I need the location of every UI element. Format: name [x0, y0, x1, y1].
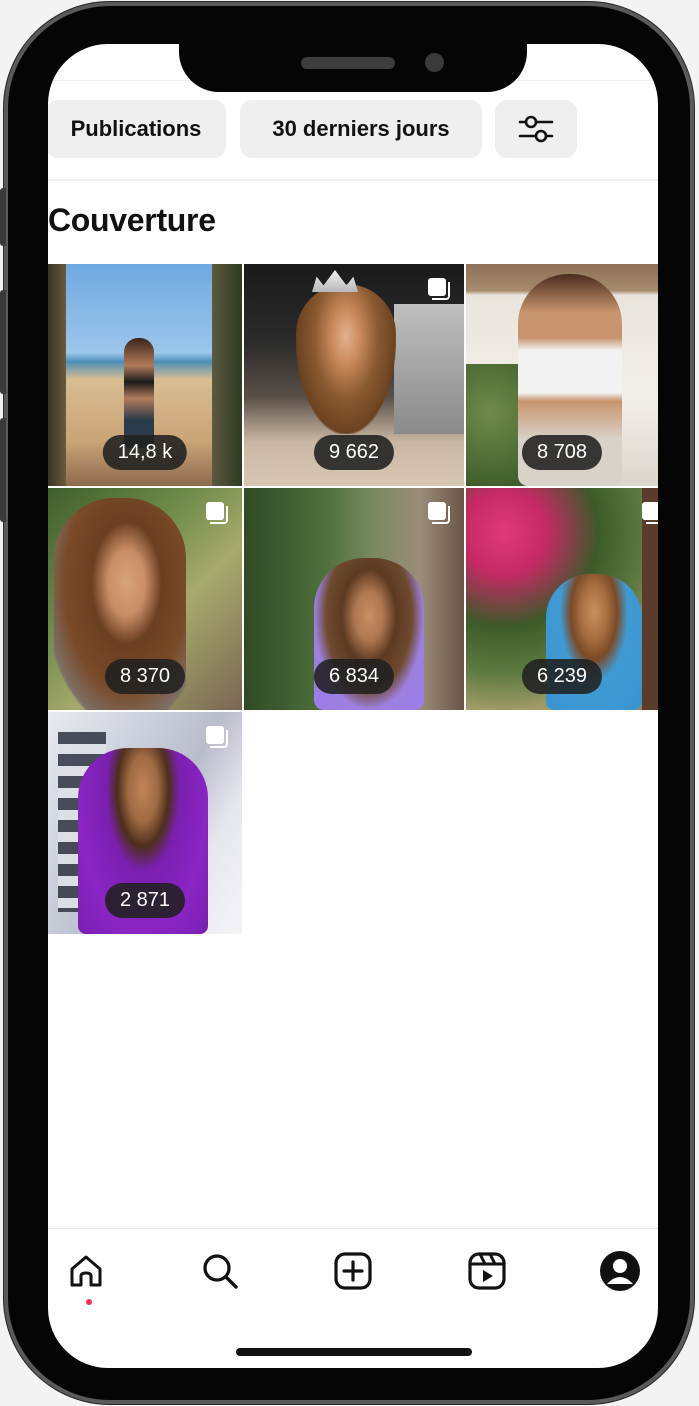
notch	[179, 44, 527, 92]
reach-badge: 8 708	[521, 435, 603, 470]
carousel-icon	[642, 502, 658, 524]
tab-search[interactable]	[195, 1244, 245, 1298]
reach-badge: 2 871	[104, 883, 186, 918]
post-tile[interactable]: 8 370	[48, 488, 242, 710]
tab-reels[interactable]	[462, 1244, 512, 1298]
home-indicator[interactable]	[236, 1348, 472, 1356]
screen: Publications 30 derniers jours Couvertur…	[48, 44, 658, 1368]
front-camera	[425, 53, 444, 72]
filter-bar: Publications 30 derniers jours	[48, 100, 658, 160]
speaker	[301, 57, 395, 69]
tab-create[interactable]	[328, 1244, 378, 1298]
sliders-icon	[518, 115, 554, 143]
mute-switch	[0, 188, 6, 246]
carousel-icon	[206, 726, 228, 748]
section-divider	[48, 179, 658, 181]
notification-dot	[86, 1299, 92, 1305]
reach-badge: 6 834	[313, 659, 395, 694]
search-icon	[203, 1254, 238, 1289]
home-icon	[70, 1255, 102, 1287]
period-filter[interactable]: 30 derniers jours	[240, 100, 482, 158]
carousel-icon	[206, 502, 228, 524]
volume-down-button	[0, 418, 6, 522]
period-label: 30 derniers jours	[272, 116, 450, 141]
filter-settings-button[interactable]	[495, 100, 577, 158]
post-tile[interactable]: 8 708	[466, 264, 658, 486]
post-tile[interactable]: 14,8 k	[48, 264, 242, 486]
profile-icon	[600, 1251, 640, 1291]
carousel-icon	[428, 278, 450, 300]
reach-badge: 9 662	[313, 435, 395, 470]
section-title: Couverture	[48, 202, 216, 238]
post-tile[interactable]: 2 871	[48, 712, 242, 934]
reach-badge: 8 370	[104, 659, 186, 694]
reach-badge: 6 239	[521, 659, 603, 694]
content-type-label: Publications	[70, 116, 202, 141]
reels-icon	[468, 1252, 506, 1290]
carousel-icon	[428, 502, 450, 524]
content-type-filter[interactable]: Publications	[48, 100, 226, 158]
reach-badge: 14,8 k	[102, 435, 188, 470]
post-tile[interactable]: 6 834	[244, 488, 464, 710]
tab-profile[interactable]	[595, 1244, 645, 1298]
tab-bar	[48, 1244, 658, 1304]
post-tile[interactable]: 6 239	[466, 488, 658, 710]
tabbar-divider	[48, 1228, 658, 1229]
tab-home[interactable]	[61, 1244, 111, 1298]
create-icon	[334, 1252, 372, 1290]
post-tile[interactable]: 9 662	[244, 264, 464, 486]
volume-up-button	[0, 290, 6, 394]
